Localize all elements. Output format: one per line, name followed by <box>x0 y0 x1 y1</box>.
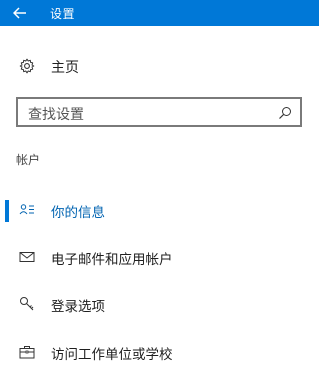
back-button[interactable] <box>0 0 40 26</box>
window-title: 设置 <box>50 6 76 21</box>
search-input[interactable]: 查找设置 <box>16 97 302 127</box>
nav-item-label: 电子邮件和应用帐户 <box>51 252 173 268</box>
nav-item-your-info[interactable]: 你的信息 <box>0 195 319 225</box>
search-icon[interactable] <box>278 105 292 119</box>
selection-indicator <box>5 200 9 222</box>
mail-icon <box>19 249 35 265</box>
back-arrow-icon <box>13 7 27 19</box>
nav-item-sign-in-options[interactable]: 登录选项 <box>0 289 319 319</box>
section-header-accounts: 帐户 <box>16 153 41 167</box>
key-icon <box>19 296 35 312</box>
person-info-icon <box>19 202 35 218</box>
nav-item-label: 你的信息 <box>51 205 105 221</box>
search-placeholder: 查找设置 <box>28 107 84 123</box>
nav-home-label: 主页 <box>51 60 79 76</box>
briefcase-icon <box>19 344 35 360</box>
title-bar: 设置 <box>0 0 319 26</box>
nav-item-work-school[interactable]: 访问工作单位或学校 <box>0 337 319 367</box>
nav-item-label: 登录选项 <box>51 299 105 315</box>
nav-home[interactable]: 主页 <box>0 52 319 80</box>
nav-item-email-accounts[interactable]: 电子邮件和应用帐户 <box>0 242 319 272</box>
nav-item-label: 访问工作单位或学校 <box>51 347 173 363</box>
gear-icon <box>19 58 35 74</box>
